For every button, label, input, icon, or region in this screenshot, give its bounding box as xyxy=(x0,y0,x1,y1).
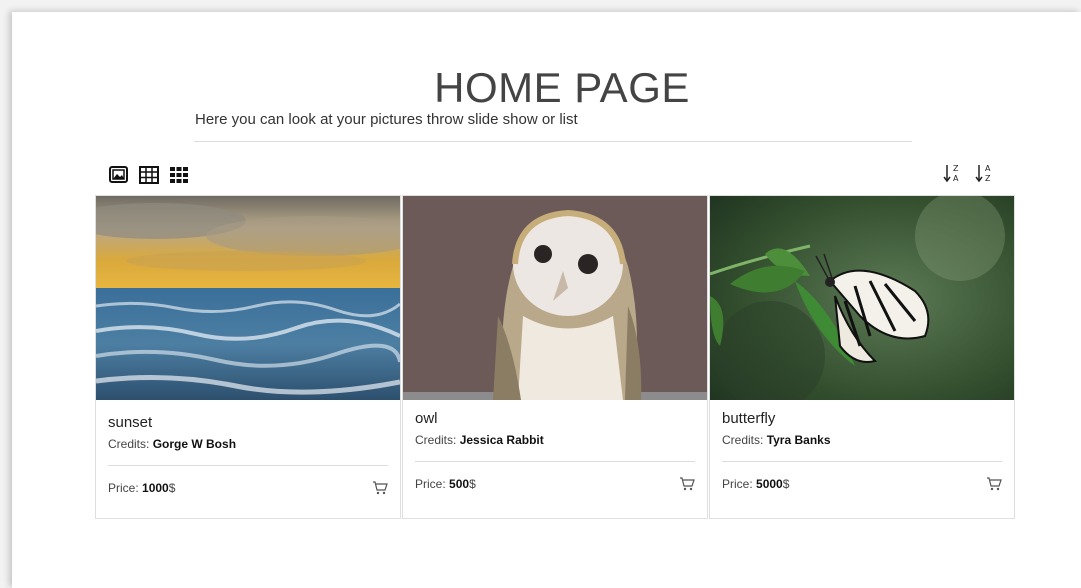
credits-label: Credits: xyxy=(415,433,457,447)
card-divider xyxy=(722,461,1002,462)
svg-text:A: A xyxy=(985,164,991,173)
price-value: 500 xyxy=(449,477,470,491)
card-credits: Credits: Tyra Banks xyxy=(722,433,1002,447)
cart-icon[interactable] xyxy=(986,476,1002,492)
card-title: owl xyxy=(415,410,438,427)
sort-z-a-icon[interactable]: Z A xyxy=(942,162,964,184)
credits-name: Gorge W Bosh xyxy=(152,437,237,451)
owl-image[interactable] xyxy=(403,196,707,400)
page-subtitle: Here you can look at your pictures throw… xyxy=(195,111,578,128)
price-value: 1000 xyxy=(142,481,169,495)
cart-icon[interactable] xyxy=(372,480,388,496)
card-title: butterfly xyxy=(722,410,776,427)
slideshow-icon[interactable] xyxy=(108,164,130,186)
price-value: 5000 xyxy=(756,477,783,491)
picture-card[interactable]: owl Credits: Jessica Rabbit Price: 500$ xyxy=(402,195,708,519)
picture-card[interactable]: butterfly Credits: Tyra Banks Price: 500… xyxy=(709,195,1015,519)
page-title: HOME PAGE xyxy=(434,64,690,111)
price-label: Price: xyxy=(108,481,139,495)
credits-name: Jessica Rabbit xyxy=(459,433,544,447)
price-row: Price: 500$ xyxy=(415,476,695,492)
svg-text:Z: Z xyxy=(953,164,959,173)
svg-text:Z: Z xyxy=(985,174,991,183)
price-label: Price: xyxy=(722,477,753,491)
credits-name: Tyra Banks xyxy=(766,433,831,447)
credits-label: Credits: xyxy=(722,433,764,447)
card-price: Price: 5000$ xyxy=(722,477,789,491)
card-price: Price: 500$ xyxy=(415,477,476,491)
card-divider xyxy=(108,465,388,466)
card-divider xyxy=(415,461,695,462)
picture-cards: sunset Credits: Gorge W Bosh Price: 1000… xyxy=(95,195,1016,519)
price-label: Price: xyxy=(415,477,446,491)
price-currency: $ xyxy=(469,477,476,491)
header-divider xyxy=(194,141,912,142)
table-icon[interactable] xyxy=(138,164,160,186)
sunset-image[interactable] xyxy=(96,196,400,400)
card-credits: Credits: Jessica Rabbit xyxy=(415,433,695,447)
sort-a-z-icon[interactable]: A Z xyxy=(974,162,996,184)
picture-card[interactable]: sunset Credits: Gorge W Bosh Price: 1000… xyxy=(95,195,401,519)
price-row: Price: 5000$ xyxy=(722,476,1002,492)
butterfly-image[interactable] xyxy=(710,196,1014,400)
svg-text:A: A xyxy=(953,174,959,183)
cart-icon[interactable] xyxy=(679,476,695,492)
card-price: Price: 1000$ xyxy=(108,481,175,495)
price-currency: $ xyxy=(168,481,176,495)
card-credits: Credits: Gorge W Bosh xyxy=(108,437,388,451)
grid-icon[interactable] xyxy=(168,164,190,186)
price-row: Price: 1000$ xyxy=(108,480,388,496)
sort-toolbar: Z A A Z xyxy=(942,162,996,184)
card-title: sunset xyxy=(108,414,153,431)
price-currency: $ xyxy=(782,477,790,491)
credits-label: Credits: xyxy=(108,437,150,451)
page-frame: HOME PAGE Here you can look at your pict… xyxy=(12,12,1081,588)
view-toolbar xyxy=(108,164,190,186)
